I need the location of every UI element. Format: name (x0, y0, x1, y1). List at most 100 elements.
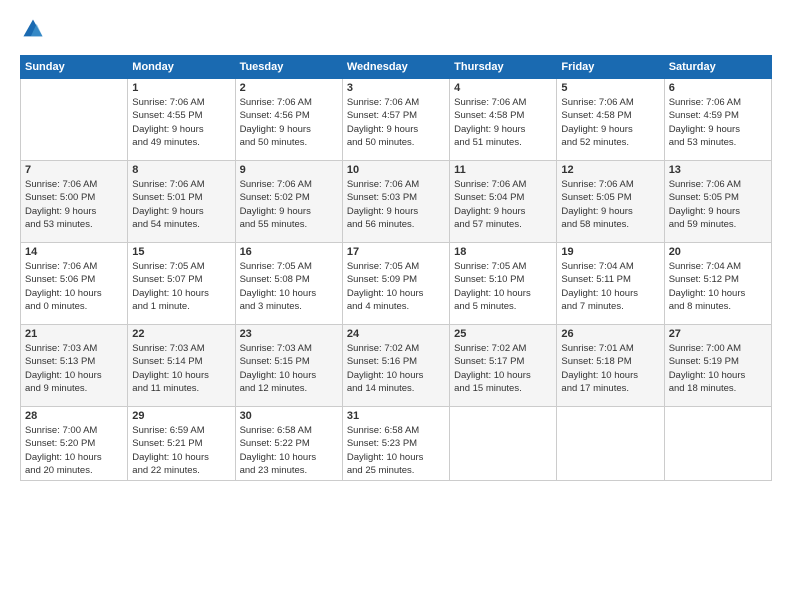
day-number: 26 (561, 328, 659, 340)
day-number: 30 (240, 410, 338, 422)
day-number: 2 (240, 82, 338, 94)
calendar-cell: 19 Sunrise: 7:04 AM Sunset: 5:11 PM Dayli… (557, 243, 664, 325)
day-info: Sunrise: 7:05 AM Sunset: 5:08 PM Dayligh… (240, 260, 338, 313)
calendar-header-row: SundayMondayTuesdayWednesdayThursdayFrid… (21, 56, 772, 79)
day-number: 6 (669, 82, 767, 94)
day-info: Sunrise: 7:06 AM Sunset: 4:56 PM Dayligh… (240, 96, 338, 149)
calendar-cell (557, 407, 664, 481)
calendar-cell: 16 Sunrise: 7:05 AM Sunset: 5:08 PM Dayli… (235, 243, 342, 325)
day-info: Sunrise: 7:06 AM Sunset: 5:03 PM Dayligh… (347, 178, 445, 231)
calendar: SundayMondayTuesdayWednesdayThursdayFrid… (20, 55, 772, 481)
day-number: 16 (240, 246, 338, 258)
calendar-cell: 14Sunrise: 7:06 AM Sunset: 5:06 PM Dayli… (21, 243, 128, 325)
calendar-header-saturday: Saturday (664, 56, 771, 79)
logo (20, 18, 44, 45)
calendar-cell: 25 Sunrise: 7:02 AM Sunset: 5:17 PM Dayli… (450, 325, 557, 407)
calendar-cell: 2 Sunrise: 7:06 AM Sunset: 4:56 PM Daylig… (235, 79, 342, 161)
calendar-cell: 27Sunrise: 7:00 AM Sunset: 5:19 PM Dayli… (664, 325, 771, 407)
day-info: Sunrise: 7:01 AM Sunset: 5:18 PM Dayligh… (561, 342, 659, 395)
calendar-header-friday: Friday (557, 56, 664, 79)
day-number: 31 (347, 410, 445, 422)
day-info: Sunrise: 7:06 AM Sunset: 5:02 PM Dayligh… (240, 178, 338, 231)
calendar-cell: 10 Sunrise: 7:06 AM Sunset: 5:03 PM Dayli… (342, 161, 449, 243)
calendar-cell (21, 79, 128, 161)
calendar-cell: 15 Sunrise: 7:05 AM Sunset: 5:07 PM Dayli… (128, 243, 235, 325)
calendar-header-monday: Monday (128, 56, 235, 79)
calendar-cell: 18 Sunrise: 7:05 AM Sunset: 5:10 PM Dayli… (450, 243, 557, 325)
day-number: 21 (25, 328, 123, 340)
day-info: Sunrise: 7:03 AM Sunset: 5:13 PM Dayligh… (25, 342, 123, 395)
calendar-cell: 22 Sunrise: 7:03 AM Sunset: 5:14 PM Dayli… (128, 325, 235, 407)
page: SundayMondayTuesdayWednesdayThursdayFrid… (0, 0, 792, 491)
day-number: 18 (454, 246, 552, 258)
day-info: Sunrise: 7:02 AM Sunset: 5:17 PM Dayligh… (454, 342, 552, 395)
day-info: Sunrise: 7:04 AM Sunset: 5:12 PM Dayligh… (669, 260, 767, 313)
calendar-cell: 20 Sunrise: 7:04 AM Sunset: 5:12 PM Dayli… (664, 243, 771, 325)
day-number: 17 (347, 246, 445, 258)
day-info: Sunrise: 7:06 AM Sunset: 5:00 PM Dayligh… (25, 178, 123, 231)
day-number: 20 (669, 246, 767, 258)
day-info: Sunrise: 7:06 AM Sunset: 5:06 PM Dayligh… (25, 260, 123, 313)
header (20, 18, 772, 45)
day-info: Sunrise: 7:03 AM Sunset: 5:14 PM Dayligh… (132, 342, 230, 395)
calendar-cell: 12Sunrise: 7:06 AM Sunset: 5:05 PM Dayli… (557, 161, 664, 243)
calendar-cell: 17 Sunrise: 7:05 AM Sunset: 5:09 PM Dayli… (342, 243, 449, 325)
day-number: 5 (561, 82, 659, 94)
calendar-header-sunday: Sunday (21, 56, 128, 79)
calendar-cell: 23 Sunrise: 7:03 AM Sunset: 5:15 PM Dayli… (235, 325, 342, 407)
day-info: Sunrise: 7:06 AM Sunset: 4:58 PM Dayligh… (561, 96, 659, 149)
day-number: 3 (347, 82, 445, 94)
day-info: Sunrise: 7:06 AM Sunset: 4:57 PM Dayligh… (347, 96, 445, 149)
day-number: 10 (347, 164, 445, 176)
calendar-cell (664, 407, 771, 481)
calendar-cell: 6 Sunrise: 7:06 AM Sunset: 4:59 PM Daylig… (664, 79, 771, 161)
day-number: 1 (132, 82, 230, 94)
day-info: Sunrise: 7:05 AM Sunset: 5:07 PM Dayligh… (132, 260, 230, 313)
calendar-header-tuesday: Tuesday (235, 56, 342, 79)
day-info: Sunrise: 6:58 AM Sunset: 5:23 PM Dayligh… (347, 424, 445, 477)
day-number: 11 (454, 164, 552, 176)
day-number: 27 (669, 328, 767, 340)
calendar-header-thursday: Thursday (450, 56, 557, 79)
calendar-cell: 26 Sunrise: 7:01 AM Sunset: 5:18 PM Dayli… (557, 325, 664, 407)
calendar-cell: 5 Sunrise: 7:06 AM Sunset: 4:58 PM Daylig… (557, 79, 664, 161)
calendar-cell: 4 Sunrise: 7:06 AM Sunset: 4:58 PM Daylig… (450, 79, 557, 161)
day-number: 25 (454, 328, 552, 340)
calendar-cell: 9Sunrise: 7:06 AM Sunset: 5:02 PM Daylig… (235, 161, 342, 243)
calendar-cell: 3 Sunrise: 7:06 AM Sunset: 4:57 PM Daylig… (342, 79, 449, 161)
day-info: Sunrise: 7:05 AM Sunset: 5:09 PM Dayligh… (347, 260, 445, 313)
day-number: 4 (454, 82, 552, 94)
day-number: 19 (561, 246, 659, 258)
day-number: 13 (669, 164, 767, 176)
calendar-cell: 28Sunrise: 7:00 AM Sunset: 5:20 PM Dayli… (21, 407, 128, 481)
calendar-cell (450, 407, 557, 481)
day-number: 15 (132, 246, 230, 258)
calendar-cell: 7 Sunrise: 7:06 AM Sunset: 5:00 PM Daylig… (21, 161, 128, 243)
day-info: Sunrise: 7:06 AM Sunset: 5:04 PM Dayligh… (454, 178, 552, 231)
calendar-cell: 11 Sunrise: 7:06 AM Sunset: 5:04 PM Dayli… (450, 161, 557, 243)
day-number: 29 (132, 410, 230, 422)
day-info: Sunrise: 7:03 AM Sunset: 5:15 PM Dayligh… (240, 342, 338, 395)
calendar-cell: 13 Sunrise: 7:06 AM Sunset: 5:05 PM Dayli… (664, 161, 771, 243)
day-info: Sunrise: 7:02 AM Sunset: 5:16 PM Dayligh… (347, 342, 445, 395)
calendar-cell: 31 Sunrise: 6:58 AM Sunset: 5:23 PM Dayli… (342, 407, 449, 481)
calendar-cell: 1Sunrise: 7:06 AM Sunset: 4:55 PM Daylig… (128, 79, 235, 161)
calendar-cell: 21 Sunrise: 7:03 AM Sunset: 5:13 PM Dayli… (21, 325, 128, 407)
day-info: Sunrise: 7:06 AM Sunset: 5:01 PM Dayligh… (132, 178, 230, 231)
calendar-cell: 24Sunrise: 7:02 AM Sunset: 5:16 PM Dayli… (342, 325, 449, 407)
day-info: Sunrise: 6:58 AM Sunset: 5:22 PM Dayligh… (240, 424, 338, 477)
calendar-cell: 29Sunrise: 6:59 AM Sunset: 5:21 PM Dayli… (128, 407, 235, 481)
calendar-cell: 8 Sunrise: 7:06 AM Sunset: 5:01 PM Daylig… (128, 161, 235, 243)
day-info: Sunrise: 7:06 AM Sunset: 5:05 PM Dayligh… (669, 178, 767, 231)
day-info: Sunrise: 7:06 AM Sunset: 5:05 PM Dayligh… (561, 178, 659, 231)
day-number: 23 (240, 328, 338, 340)
day-info: Sunrise: 7:06 AM Sunset: 4:58 PM Dayligh… (454, 96, 552, 149)
calendar-header-wednesday: Wednesday (342, 56, 449, 79)
day-info: Sunrise: 7:04 AM Sunset: 5:11 PM Dayligh… (561, 260, 659, 313)
day-number: 7 (25, 164, 123, 176)
day-number: 8 (132, 164, 230, 176)
day-number: 22 (132, 328, 230, 340)
day-info: Sunrise: 7:06 AM Sunset: 4:59 PM Dayligh… (669, 96, 767, 149)
day-info: Sunrise: 7:05 AM Sunset: 5:10 PM Dayligh… (454, 260, 552, 313)
day-info: Sunrise: 7:00 AM Sunset: 5:20 PM Dayligh… (25, 424, 123, 477)
